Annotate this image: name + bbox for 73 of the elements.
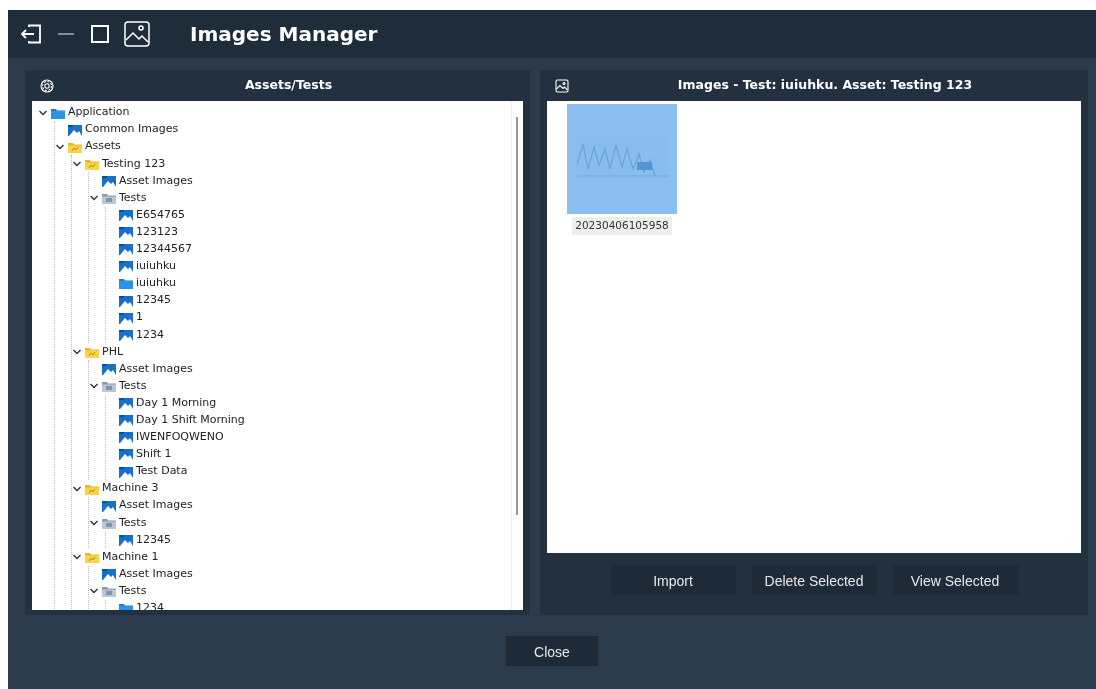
tree-item[interactable]: 1 (136, 309, 143, 326)
folder-icon (102, 192, 116, 204)
image-folder-icon (119, 294, 133, 307)
image-folder-icon (119, 533, 133, 546)
image-folder-icon (119, 448, 133, 461)
panel-title: Images - Test: iuiuhku. Asset: Testing 123 (676, 76, 974, 95)
tree-item[interactable]: 123123 (136, 223, 178, 241)
tree-item[interactable]: Tests (119, 514, 147, 532)
tree-item[interactable]: Day 1 Morning (136, 394, 217, 412)
image-icon (124, 21, 150, 47)
folder-icon (119, 277, 133, 290)
folder-icon (85, 157, 99, 170)
exit-icon[interactable] (20, 24, 42, 44)
tree-item[interactable]: iuiuhku (136, 275, 177, 292)
image-folder-icon (119, 209, 133, 222)
tree-item[interactable]: Testing 123 (102, 155, 166, 173)
folder-icon (68, 140, 82, 153)
tree-item[interactable]: Application (68, 104, 130, 121)
tree-item[interactable]: Day 1 Shift Morning (136, 412, 245, 429)
image-folder-icon (102, 568, 116, 581)
tree-item[interactable]: Machine 1 (102, 548, 159, 566)
image-folder-icon (119, 414, 133, 427)
tree-item[interactable]: 1234 (136, 326, 164, 343)
tree-item[interactable]: Asset Images (119, 172, 193, 190)
collapse-icon[interactable] (72, 552, 82, 562)
image-caption: 20230406105958 (572, 217, 672, 235)
folder-icon (85, 345, 99, 358)
tree-item[interactable]: Asset Images (119, 497, 193, 514)
action-button[interactable]: View Selected (892, 565, 1018, 595)
panel-title: Assets/Tests (243, 76, 334, 95)
folder-icon (102, 585, 116, 598)
image-folder-icon (102, 174, 116, 187)
collapse-icon[interactable] (89, 193, 99, 203)
image-folder-icon (119, 431, 133, 444)
settings-icon[interactable] (40, 78, 54, 93)
tree-item[interactable]: 12345 (136, 292, 171, 309)
tree-item[interactable]: Tests (119, 377, 147, 395)
tree-item[interactable]: E654765 (136, 206, 185, 224)
tree-item[interactable]: Test Data (136, 463, 188, 480)
folder-icon (102, 516, 116, 529)
tree-item[interactable]: 12345 (136, 531, 171, 549)
folder-icon (85, 551, 99, 563)
folder-icon (51, 106, 65, 119)
window-title: Images Manager (190, 21, 378, 48)
image-icon (555, 78, 569, 93)
image-folder-icon (102, 499, 116, 512)
action-button[interactable]: Import (610, 565, 736, 595)
tree-item[interactable]: Asset Images (119, 565, 193, 583)
tree-item[interactable]: PHL (102, 343, 124, 361)
tree-item[interactable]: Tests (119, 189, 147, 207)
tree-item[interactable]: iuiuhku (136, 258, 177, 275)
image-folder-icon (119, 226, 133, 239)
folder-icon (85, 482, 99, 495)
close-button[interactable]: Close (506, 636, 598, 666)
tree-item[interactable]: IWENFOQWENO (136, 429, 224, 446)
image-folder-icon (102, 362, 116, 375)
image-folder-icon (119, 328, 133, 341)
tree-item[interactable]: Machine 3 (102, 480, 159, 497)
tree-item[interactable]: Tests (119, 582, 147, 600)
image-folder-icon (119, 243, 133, 256)
image-folder-icon (68, 123, 82, 136)
folder-icon (102, 380, 116, 393)
action-button[interactable]: Delete Selected (751, 565, 877, 595)
tree-item[interactable]: Shift 1 (136, 446, 172, 463)
tree-item[interactable]: 12344567 (136, 241, 192, 258)
tree-item[interactable]: Assets (85, 138, 121, 155)
maximize-icon[interactable] (90, 24, 110, 44)
tree-item[interactable]: Common Images (85, 121, 179, 138)
image-folder-icon (119, 260, 133, 273)
image-folder-icon (119, 311, 133, 324)
image-folder-icon (119, 397, 133, 410)
tree-item[interactable]: Asset Images (119, 360, 193, 378)
image-folder-icon (119, 465, 133, 478)
